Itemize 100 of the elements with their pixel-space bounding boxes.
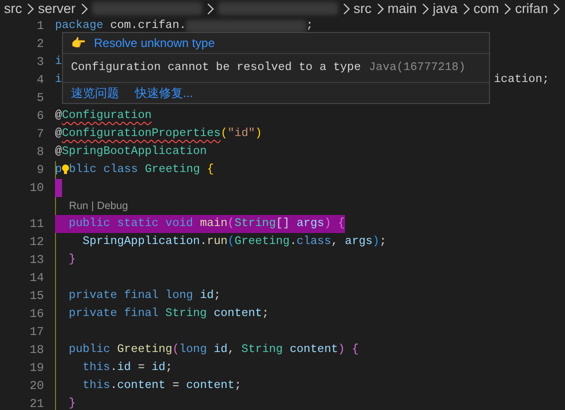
breadcrumb-item[interactable]: crifan <box>515 0 548 17</box>
action-link[interactable]: 速览问题 <box>71 85 119 101</box>
chevron-icon <box>26 2 34 14</box>
separator-text: | <box>91 199 94 214</box>
line-number: 4 <box>36 72 44 89</box>
line-number: 18 <box>28 342 44 359</box>
code-token: this <box>82 360 110 376</box>
code-token: id <box>152 360 166 376</box>
line-number: 7 <box>36 126 44 143</box>
line-number: 21 <box>28 396 44 410</box>
code-token: = <box>136 360 146 376</box>
code-token: blic class <box>68 162 139 178</box>
code-token: public <box>68 342 112 358</box>
code-token: private final long <box>68 288 194 304</box>
chevron-icon <box>206 2 214 14</box>
chevron-icon <box>462 2 470 14</box>
code-token: class <box>296 234 332 250</box>
code-token: Greeting <box>234 234 290 250</box>
code-token: ; <box>165 360 172 376</box>
line-number: 15 <box>28 288 44 305</box>
code-token: } <box>68 396 76 410</box>
code-token: content <box>117 378 166 394</box>
code-token: ; <box>214 288 221 304</box>
code-token: String <box>241 342 284 358</box>
line-number: 11 <box>28 216 44 233</box>
code-token: content <box>214 306 262 322</box>
code-token: SpringBootApplication <box>62 144 207 160</box>
code-token: ; <box>234 378 242 394</box>
code-token: ( <box>228 234 234 250</box>
code-token: public static void <box>68 216 194 232</box>
chevron-icon <box>342 2 350 14</box>
code-token: p <box>55 162 62 178</box>
line-number: 10 <box>28 180 44 197</box>
action-link[interactable]: 快速修复... <box>135 85 194 101</box>
code-token: package <box>55 18 104 34</box>
code-token: ( <box>228 216 234 232</box>
codelens-link[interactable]: Debug <box>97 197 128 215</box>
line-number: 12 <box>28 234 44 251</box>
breadcrumb-item[interactable]: server <box>38 0 76 17</box>
line-number: 9 <box>36 162 44 179</box>
code-token: ) <box>255 126 262 142</box>
breadcrumb-item[interactable]: main <box>388 0 417 17</box>
code-token: [] <box>276 216 291 232</box>
breadcrumb-item[interactable]: src <box>4 0 22 17</box>
line-number: 16 <box>28 306 44 323</box>
error-token: Configuration <box>62 108 152 124</box>
code-token: args <box>296 216 324 232</box>
error-token: ConfigurationProperties <box>62 126 221 142</box>
code-token: args <box>344 234 373 250</box>
quick-fix-link[interactable]: Resolve unknown type <box>94 35 215 51</box>
code-token: ( <box>172 342 180 358</box>
breadcrumb-item[interactable]: src <box>354 0 372 17</box>
code-token: main <box>200 216 228 232</box>
breadcrumb-item[interactable]: java <box>432 0 458 17</box>
line-number: 3 <box>36 54 44 71</box>
code-token: , <box>228 342 236 358</box>
error-source: Java(16777218) <box>368 60 466 76</box>
code-token: this <box>82 378 110 394</box>
code-token: String <box>165 306 208 322</box>
line-number: 14 <box>28 270 44 287</box>
code-token: id <box>214 342 228 358</box>
code-token: = <box>171 378 180 394</box>
error-message: Configuration cannot be resolved to a type <box>71 60 361 76</box>
lightbulb-icon[interactable] <box>62 163 69 177</box>
line-number: 6 <box>36 108 44 125</box>
code-token: { <box>206 162 214 178</box>
code-token: @ <box>55 126 62 142</box>
chevron-icon <box>420 2 429 14</box>
code-token: @ <box>55 108 62 124</box>
code-token: "id" <box>228 126 256 142</box>
chevron-icon <box>503 2 512 14</box>
code-token: } <box>68 252 76 268</box>
line-number: 5 <box>36 90 44 107</box>
code-token: String <box>234 216 276 232</box>
code-token: com.crifan. <box>109 18 186 34</box>
code-token: i <box>55 54 62 70</box>
code-token: private final <box>68 306 160 322</box>
line-number: 1 <box>36 18 44 35</box>
codelens-link[interactable]: Run <box>69 197 88 215</box>
chevron-icon <box>80 2 88 14</box>
code-token: id <box>117 360 131 376</box>
code-token: ; <box>306 18 314 34</box>
code-token: ) { <box>338 342 359 358</box>
code-token: id <box>200 288 214 304</box>
code-token: content <box>290 342 338 358</box>
line-number: 13 <box>28 252 44 269</box>
breadcrumb-item[interactable]: com <box>474 0 500 17</box>
code-token: ; <box>262 306 269 322</box>
code-token: . <box>110 360 118 376</box>
code-token: content <box>186 378 234 394</box>
code-token: Greeting <box>144 162 202 178</box>
line-number: 20 <box>28 378 44 395</box>
code-token: @ <box>55 144 62 160</box>
code-token: long <box>179 342 208 358</box>
code-token: Greeting <box>117 342 172 358</box>
code-token: i <box>55 72 62 88</box>
code-token: ; <box>379 234 386 250</box>
code-token: . <box>200 234 207 250</box>
line-number: 8 <box>36 144 44 161</box>
pointing-hand-icon: 👉 <box>71 35 86 51</box>
